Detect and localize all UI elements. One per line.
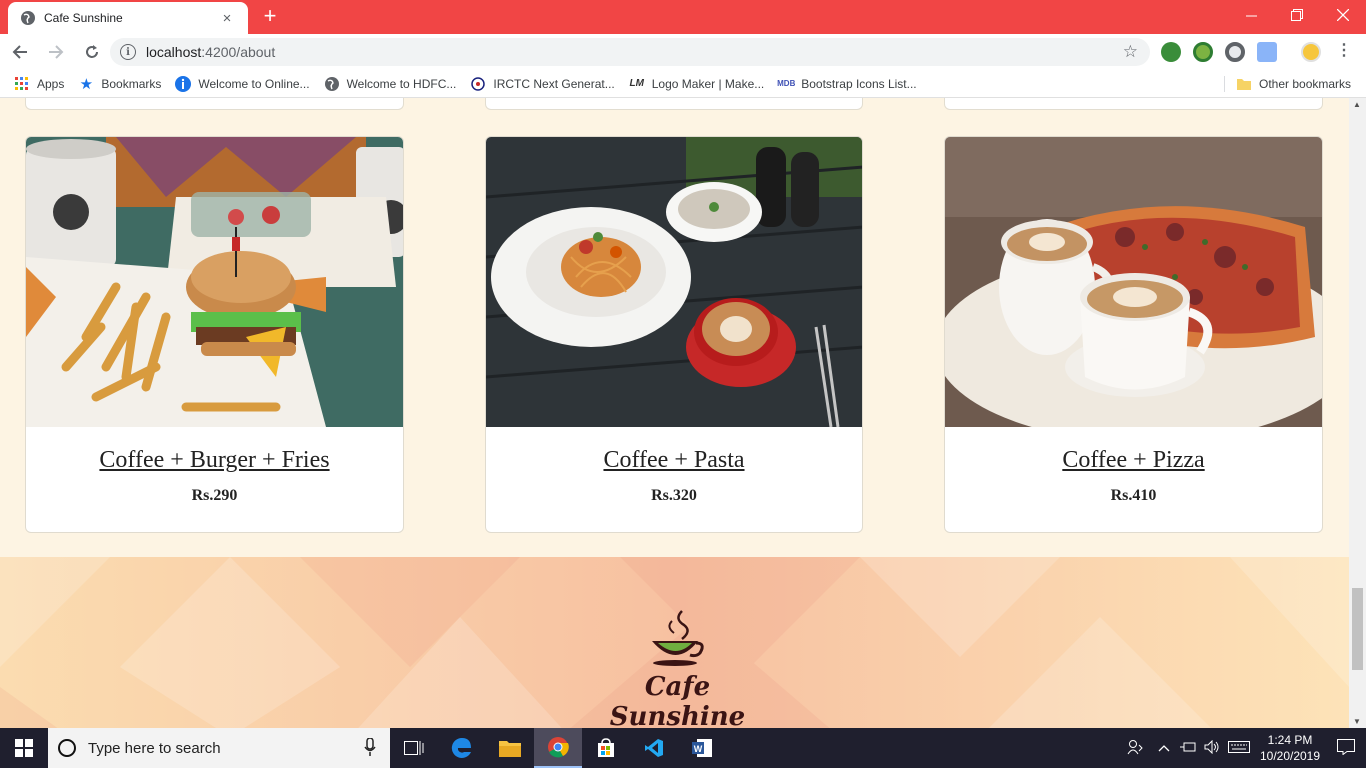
info-circle-icon	[175, 75, 192, 92]
previous-card-bottom	[944, 98, 1323, 110]
previous-card-bottom	[25, 98, 404, 110]
volume-icon[interactable]	[1200, 739, 1224, 757]
scrollbar-thumb[interactable]	[1352, 588, 1363, 670]
scroll-down-icon[interactable]: ▼	[1353, 717, 1361, 726]
menu-card[interactable]: Coffee + Burger + Fries Rs.290	[25, 136, 404, 533]
search-placeholder: Type here to search	[88, 739, 221, 757]
vscode-icon[interactable]	[630, 728, 678, 768]
bookmark-label: Bookmarks	[101, 76, 162, 91]
page-viewport: Coffee + Burger + Fries Rs.290 Coffee + …	[0, 98, 1349, 728]
cortana-circle-icon	[58, 739, 76, 757]
lm-icon: LM	[629, 78, 644, 89]
address-bar[interactable]: i localhost :4200/about ☆	[110, 38, 1150, 66]
notifications-icon[interactable]	[1326, 738, 1366, 758]
clock-time: 1:24 PM	[1267, 733, 1313, 747]
clock-date: 10/20/2019	[1259, 749, 1321, 763]
bookmark-logo-maker[interactable]: LM Logo Maker | Make...	[629, 76, 765, 92]
extension-eye-icon[interactable]	[1225, 42, 1245, 62]
menu-item-name[interactable]: Coffee + Burger + Fries	[26, 447, 403, 474]
people-icon[interactable]	[1118, 739, 1152, 758]
reload-button[interactable]	[76, 36, 108, 68]
bookmark-apps[interactable]: Apps	[14, 76, 64, 92]
menu-item-price: Rs.320	[651, 487, 697, 504]
menu-card[interactable]: Coffee + Pizza Rs.410	[944, 136, 1323, 533]
bookmark-star-icon[interactable]: ☆	[1123, 42, 1138, 62]
bookmark-hdfc[interactable]: Welcome to HDFC...	[324, 76, 457, 92]
url-host: localhost	[146, 44, 202, 60]
browser-tab[interactable]: Cafe Sunshine ×	[8, 2, 248, 34]
power-icon[interactable]	[1176, 741, 1200, 756]
tab-close-icon[interactable]: ×	[218, 10, 236, 27]
keyboard-icon[interactable]	[1224, 740, 1254, 757]
menu-item-name[interactable]: Coffee + Pasta	[486, 447, 862, 474]
bookmark-label: IRCTC Next Generat...	[493, 76, 615, 91]
coffee-cup-logo-icon	[646, 609, 706, 674]
pasta-coffee-photo	[486, 137, 862, 427]
bookmark-irctc[interactable]: IRCTC Next Generat...	[470, 76, 615, 92]
other-bookmarks-label: Other bookmarks	[1259, 76, 1352, 91]
menu-item-price: Rs.410	[1110, 487, 1157, 504]
bookmark-label: Apps	[37, 76, 65, 91]
back-button[interactable]	[4, 36, 36, 68]
bookmarks-divider	[1224, 76, 1225, 92]
bookmark-bootstrap[interactable]: MDB Bootstrap Icons List...	[777, 76, 917, 92]
close-window-icon[interactable]	[1320, 0, 1366, 30]
taskbar-clock[interactable]: 1:24 PM 10/20/2019	[1254, 732, 1326, 764]
tab-title: Cafe Sunshine	[44, 11, 123, 25]
extension-green-icon[interactable]	[1193, 42, 1213, 62]
task-view-icon[interactable]	[390, 728, 438, 768]
scroll-up-icon[interactable]: ▲	[1353, 100, 1361, 109]
windows-start-icon[interactable]	[0, 728, 48, 768]
browser-window: Cafe Sunshine × + i localhost :4200/abou…	[0, 0, 1366, 768]
new-tab-button[interactable]: +	[258, 5, 282, 29]
edge-browser-icon[interactable]	[438, 728, 486, 768]
irctc-icon	[470, 76, 486, 92]
title-bar: Cafe Sunshine × +	[0, 0, 1366, 34]
url-path: :4200/about	[201, 44, 276, 60]
globe-icon	[20, 10, 36, 26]
mdb-icon: MDB	[777, 79, 796, 88]
bookmark-online[interactable]: Welcome to Online...	[175, 75, 310, 92]
bookmark-label: Welcome to HDFC...	[346, 76, 457, 91]
bookmark-label: Bootstrap Icons List...	[801, 76, 917, 91]
extension-globe-icon[interactable]	[1161, 42, 1181, 62]
microsoft-store-icon[interactable]	[582, 728, 630, 768]
previous-card-bottom	[485, 98, 863, 110]
globe-icon	[324, 76, 340, 92]
pizza-coffee-photo	[945, 137, 1322, 427]
folder-icon	[1236, 76, 1252, 92]
bookmarks-bar: Apps ★ Bookmarks Welcome to Online... We…	[0, 70, 1366, 98]
file-explorer-icon[interactable]	[486, 728, 534, 768]
star-icon: ★	[79, 75, 94, 93]
system-tray: 1:24 PM 10/20/2019	[1118, 728, 1366, 768]
profile-avatar[interactable]	[1301, 42, 1321, 62]
burger-fries-photo	[26, 137, 403, 427]
menu-dots-icon[interactable]: ⋮	[1336, 40, 1352, 60]
page-scrollbar[interactable]: ▲ ▼	[1349, 98, 1366, 728]
bookmark-label: Welcome to Online...	[198, 76, 310, 91]
microphone-icon[interactable]	[364, 736, 376, 759]
minimize-icon[interactable]	[1228, 0, 1274, 30]
chrome-icon[interactable]	[534, 728, 582, 768]
bookmark-label: Logo Maker | Make...	[651, 76, 765, 91]
taskbar-search-box[interactable]: Type here to search	[48, 728, 390, 768]
menu-item-price: Rs.290	[191, 487, 238, 504]
site-info-icon[interactable]: i	[120, 44, 136, 60]
extension-image-icon[interactable]	[1257, 42, 1277, 62]
chevron-up-icon[interactable]	[1152, 741, 1176, 755]
bookmark-bookmarks[interactable]: ★ Bookmarks	[78, 75, 162, 93]
other-bookmarks[interactable]: Other bookmarks	[1236, 76, 1351, 92]
menu-card[interactable]: Coffee + Pasta Rs.320	[485, 136, 863, 533]
footer-brand-name: Cafe Sunshine	[609, 672, 746, 728]
restore-icon[interactable]	[1274, 0, 1320, 30]
windows-taskbar: Type here to search W 1:24 PM 10/20/2019	[0, 728, 1366, 768]
svg-text:W: W	[694, 744, 703, 754]
menu-item-name[interactable]: Coffee + Pizza	[945, 447, 1322, 474]
forward-button[interactable]	[40, 36, 72, 68]
word-icon[interactable]: W	[678, 728, 726, 768]
apps-grid-icon	[14, 76, 30, 92]
